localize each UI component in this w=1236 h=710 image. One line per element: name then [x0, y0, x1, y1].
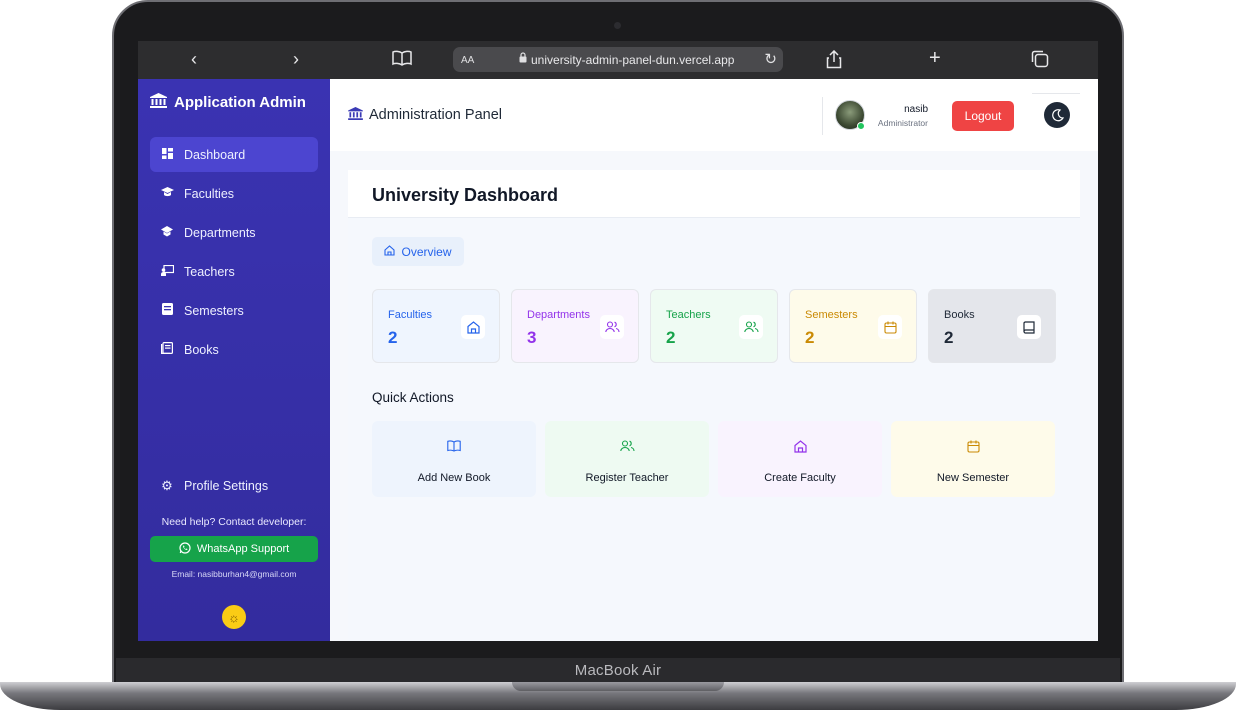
forward-chevron-icon[interactable]: › — [293, 49, 299, 69]
chalkboard-teacher-icon — [160, 264, 174, 279]
quick-action-label: Register Teacher — [585, 472, 669, 484]
stat-label: Semesters — [805, 309, 858, 321]
calendar-icon — [878, 315, 902, 339]
sidebar-item-teachers[interactable]: Teachers — [150, 254, 318, 289]
users-icon — [545, 440, 709, 455]
quick-action-label: Create Faculty — [764, 472, 836, 484]
tabs-icon[interactable] — [1031, 50, 1049, 72]
brand[interactable]: Application Admin — [150, 93, 306, 112]
whatsapp-icon — [179, 541, 191, 557]
sidebar-item-profile-settings[interactable]: ⚙ Profile Settings — [150, 468, 318, 503]
quick-action-label: Add New Book — [417, 472, 491, 484]
tab-overview[interactable]: Overview — [372, 237, 464, 266]
whatsapp-label: WhatsApp Support — [196, 543, 290, 555]
whatsapp-support-button[interactable]: WhatsApp Support — [150, 536, 318, 562]
stat-card-teachers[interactable]: Teachers 2 — [650, 289, 778, 363]
share-icon[interactable] — [826, 49, 842, 73]
calendar-icon — [891, 440, 1055, 456]
university-icon — [150, 93, 167, 112]
quick-action-label: New Semester — [936, 472, 1010, 484]
dashboard-title: University Dashboard — [372, 185, 559, 205]
logout-button[interactable]: Logout — [952, 101, 1014, 131]
dashboard-icon — [160, 147, 174, 162]
plus-icon[interactable]: + — [929, 48, 941, 68]
sidebar-item-label: Semesters — [184, 303, 244, 318]
sun-icon[interactable]: ☼ — [222, 605, 246, 629]
top-header: Administration Panel nasib Administrator… — [330, 79, 1098, 151]
users-icon — [739, 315, 763, 339]
stat-card-departments[interactable]: Departments 3 — [511, 289, 639, 363]
sidebar-item-label: Departments — [184, 225, 256, 240]
stat-card-faculties[interactable]: Faculties 2 — [372, 289, 500, 363]
reload-icon[interactable]: ↻ — [764, 50, 777, 68]
book-icon[interactable] — [392, 50, 412, 70]
book-open-icon — [372, 440, 536, 455]
sidebar: Application Admin Dashboard Faculties De… — [138, 79, 330, 641]
home-icon — [384, 244, 396, 259]
page-title: Administration Panel — [348, 107, 502, 123]
graduation-cap-icon — [160, 187, 174, 200]
help-text: Need help? Contact developer: — [161, 516, 307, 528]
stat-label: Departments — [527, 309, 590, 321]
add-new-book-button[interactable]: Add New Book — [372, 421, 536, 497]
sidebar-item-label: Dashboard — [184, 147, 246, 162]
sidebar-item-label: Teachers — [184, 264, 235, 279]
quick-actions-heading: Quick Actions — [372, 390, 454, 405]
sidebar-item-label: Faculties — [184, 186, 235, 201]
tab-label: Overview — [401, 244, 452, 259]
reader-aa[interactable]: AA — [461, 55, 474, 66]
contact-email: Email: nasibburhan4@gmail.com — [171, 569, 297, 579]
stat-label: Faculties — [388, 309, 433, 321]
device-label: MacBook Air — [574, 662, 662, 679]
stat-value: 2 — [805, 328, 815, 347]
calendar-icon — [160, 303, 174, 318]
create-faculty-button[interactable]: Create Faculty — [718, 421, 882, 497]
sidebar-item-dashboard[interactable]: Dashboard — [150, 137, 318, 172]
stat-label: Books — [944, 309, 975, 321]
home-icon — [461, 315, 485, 339]
moon-icon[interactable] — [1044, 102, 1070, 128]
users-icon — [600, 315, 624, 339]
university-icon — [348, 107, 363, 123]
stat-value: 3 — [527, 328, 537, 347]
back-chevron-icon[interactable]: ‹ — [191, 49, 197, 69]
brand-name: Application Admin — [174, 94, 306, 111]
camera — [614, 22, 621, 29]
new-semester-button[interactable]: New Semester — [891, 421, 1055, 497]
register-teacher-button[interactable]: Register Teacher — [545, 421, 709, 497]
user-name: nasib — [904, 104, 928, 115]
address-bar[interactable]: AA university-admin-panel-dun.vercel.app… — [453, 47, 783, 72]
sidebar-item-semesters[interactable]: Semesters — [150, 293, 318, 328]
stat-value: 2 — [388, 328, 398, 347]
user-role: Administrator — [877, 118, 928, 128]
dashboard-title-bar: University Dashboard — [348, 170, 1080, 218]
sidebar-item-label: Books — [184, 342, 219, 357]
user-profile[interactable]: nasib Administrator — [822, 97, 938, 135]
online-status-dot — [857, 122, 865, 130]
sidebar-item-faculties[interactable]: Faculties — [150, 176, 318, 211]
sidebar-item-books[interactable]: Books — [150, 332, 318, 367]
book-icon — [160, 342, 174, 357]
url-text: university-admin-panel-dun.vercel.app — [531, 53, 735, 67]
stat-card-semesters[interactable]: Semesters 2 — [789, 289, 917, 363]
stat-card-books[interactable]: Books 2 — [928, 289, 1056, 363]
theme-toggle — [1032, 93, 1080, 137]
stat-label: Teachers — [666, 309, 711, 321]
book-icon — [1017, 315, 1041, 339]
stat-value: 2 — [666, 328, 676, 347]
gear-icon: ⚙ — [161, 477, 173, 493]
school-icon — [160, 225, 174, 240]
lock-icon — [519, 52, 527, 66]
screen: ‹ › AA university-admin-panel-dun.vercel… — [138, 41, 1098, 641]
sidebar-item-departments[interactable]: Departments — [150, 215, 318, 250]
laptop-notch — [512, 682, 724, 691]
page-title-text: Administration Panel — [369, 107, 502, 123]
sidebar-item-label: Profile Settings — [184, 478, 269, 493]
stat-value: 2 — [944, 328, 954, 347]
browser-toolbar: ‹ › AA university-admin-panel-dun.vercel… — [138, 41, 1098, 79]
home-icon — [718, 440, 882, 456]
main-content: University Dashboard Overview Faculties … — [348, 170, 1080, 641]
